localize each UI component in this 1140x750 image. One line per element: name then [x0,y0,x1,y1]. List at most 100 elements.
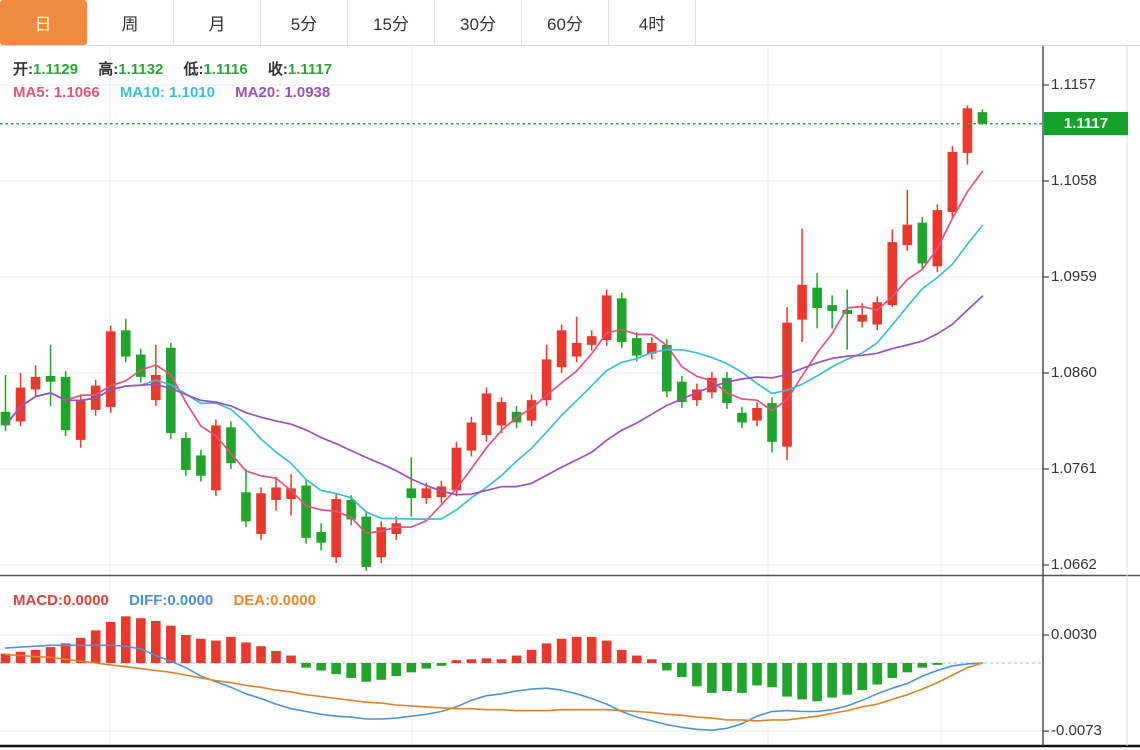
ma10-value: 1.1010 [169,84,215,101]
macd-histogram-bar [511,655,522,663]
high-value: 1.1132 [118,61,164,78]
candle-body [902,224,913,245]
candle-body [60,376,71,431]
macd-histogram-bar [601,640,612,663]
candle-body [752,407,762,421]
macd-histogram-bar [571,636,582,663]
dea-label: DEA: [233,592,271,609]
ma10-label: MA10: [119,84,165,101]
candlestick-chart-canvas[interactable] [0,0,1140,750]
macd-histogram-bar [556,638,567,663]
macd-histogram-bar [135,618,146,663]
ma5-label: MA5: [13,84,50,101]
candle-body [301,485,311,538]
candle-body [406,488,417,499]
price-tick-label: 1.1157 [1051,76,1096,93]
macd-histogram-bar [526,649,537,663]
candle-body [962,108,973,153]
candle-body [30,376,41,390]
candle-body [75,400,86,440]
ma5-line [4,170,984,535]
macd-histogram-bar [120,616,131,663]
candle-body [0,411,11,426]
macd-histogram-bar [812,663,822,702]
macd-histogram-bar [887,663,898,678]
candle-body [797,284,807,320]
macd-histogram-bar [586,636,597,663]
macd-histogram-bar [541,643,552,663]
ma20-value: 1.0938 [284,84,331,101]
candle-body [541,359,552,401]
macd-histogram-bar [181,635,191,663]
candle-body [616,298,627,342]
price-tick-label: 1.0761 [1051,460,1097,477]
macd-histogram-bar [105,621,116,663]
macd-histogram-bar [286,655,296,663]
candle-body [932,210,943,267]
macd-histogram-bar [737,663,747,693]
candle-body [241,492,251,522]
high-label: 高: [98,61,119,78]
candle-body [466,422,477,451]
ma-legend: MA5: 1.1066 MA10: 1.1010 MA20: 1.0938 [13,84,346,101]
price-tick-label: 1.0959 [1051,268,1097,285]
candle-body [481,393,492,436]
ma10-line [4,224,984,520]
candle-body [947,151,958,213]
macd-histogram-bar [797,663,807,700]
macd-histogram-bar [211,640,221,663]
macd-histogram-bar [917,663,928,668]
candle-body [496,402,507,426]
macd-histogram-bar [376,663,387,680]
macd-histogram-bar [752,663,762,686]
ma20-label: MA20: [235,84,281,101]
candle-body [782,322,792,447]
macd-histogram-bar [421,663,432,669]
macd-histogram-bar [331,663,341,675]
macd-histogram-bar [90,630,101,663]
candle-body [331,499,341,558]
macd-histogram-bar [466,659,477,663]
macd-histogram-bar [616,649,627,663]
close-label: 收: [267,61,288,78]
candle-body [586,336,597,345]
candle-body [196,455,206,476]
candle-body [917,222,928,264]
macd-histogram-bar [692,663,702,687]
macd-histogram-bar [406,663,417,673]
macd-histogram-bar [932,663,943,665]
candle-body [151,374,161,401]
dea-value: 0.0000 [270,592,317,609]
macd-histogram-bar [827,663,837,698]
price-tick-label: 1.1058 [1051,172,1097,189]
macd-histogram-bar [707,663,717,693]
macd-histogram-bar [241,642,251,663]
close-value: 1.1117 [287,61,333,78]
macd-histogram-bar [391,663,402,677]
macd-histogram-bar [481,658,492,663]
macd-histogram-bar [361,663,372,682]
macd-histogram-bar [436,663,447,666]
diff-label: DIFF: [129,592,168,609]
macd-histogram-bar [902,663,913,673]
candle-body [631,338,642,356]
macd-histogram-bar [677,663,687,677]
price-tick-label: 1.0662 [1051,556,1097,573]
ohlc-legend: 开:1.1129 高:1.1132 低:1.1116 收:1.1117 [13,58,348,79]
candle-body [857,314,868,322]
macd-legend: MACD:0.0000 DIFF:0.0000 DEA:0.0000 [13,592,332,609]
macd-histogram-bar [646,659,657,663]
low-value: 1.1116 [203,61,248,78]
macd-histogram-bar [256,646,266,663]
low-label: 低: [183,61,204,78]
macd-histogram-bar [196,638,206,663]
macd-histogram-bar [872,663,883,685]
macd-label: MACD: [13,592,63,609]
candle-body [556,330,567,368]
ma5-value: 1.1066 [53,84,100,101]
candle-body [662,344,672,392]
macd-histogram-bar [271,650,281,663]
candle-body [872,302,883,325]
macd-histogram-bar [857,663,868,691]
macd-histogram-bar [226,636,236,663]
